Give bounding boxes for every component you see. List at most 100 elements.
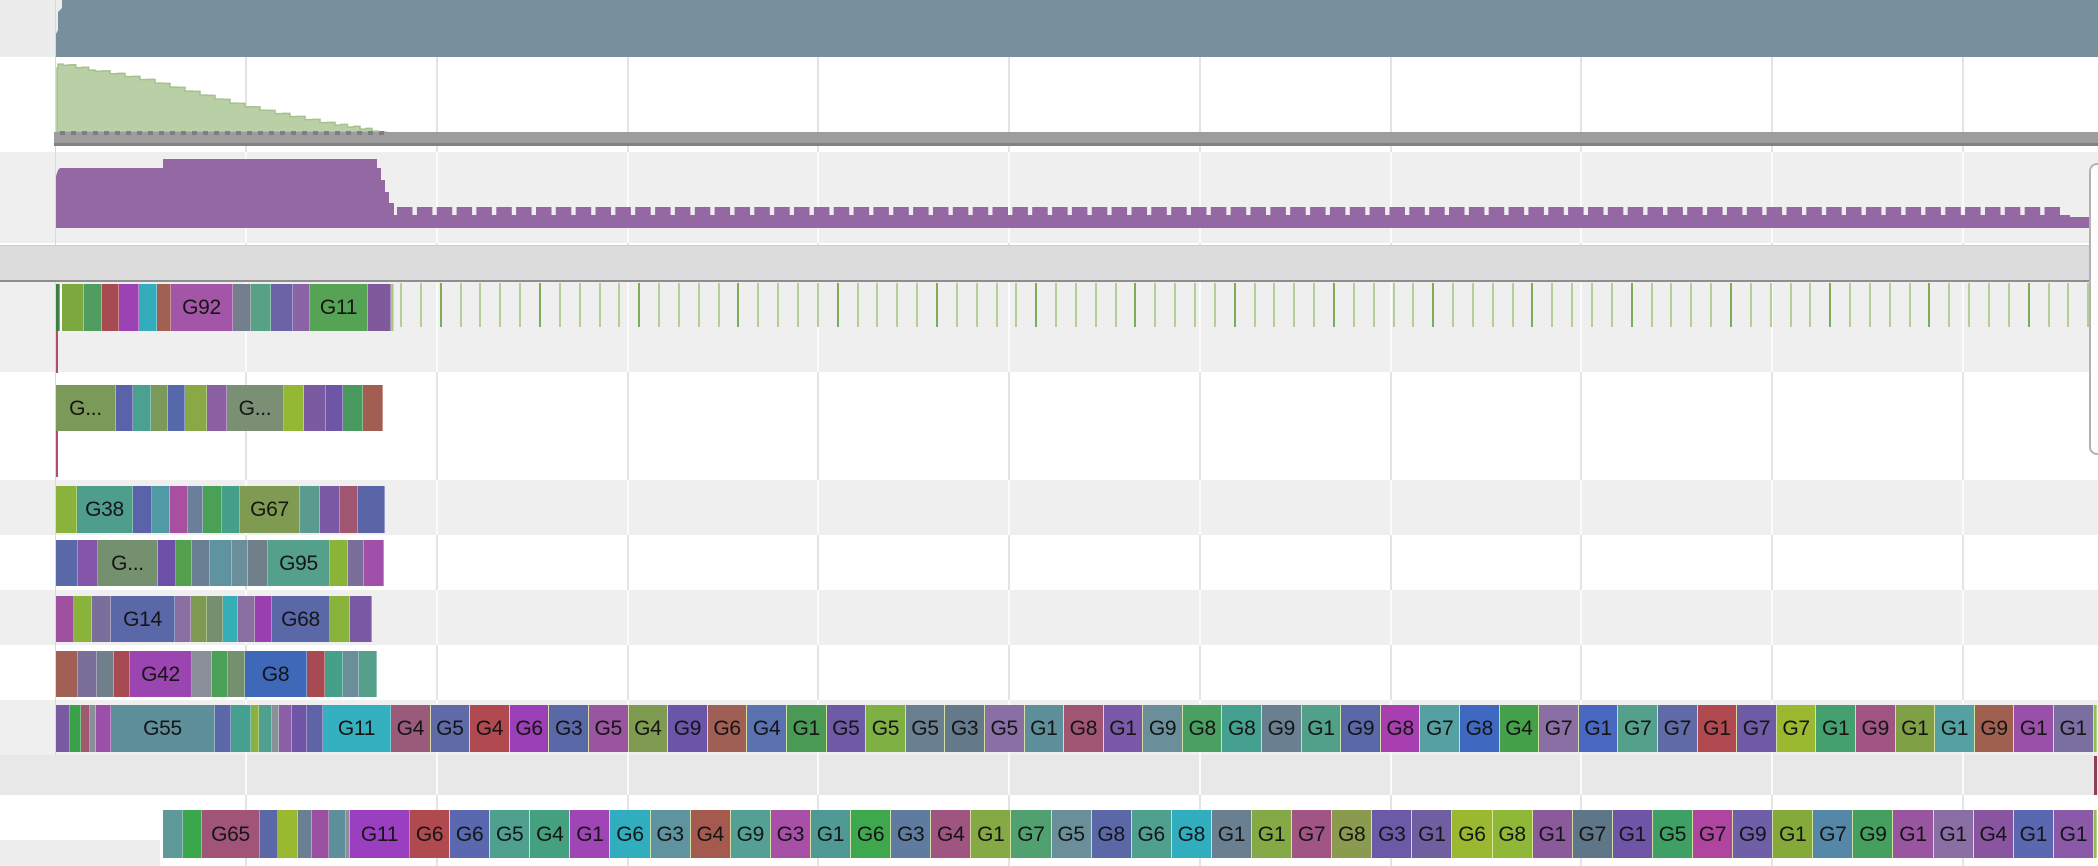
event-tick[interactable] — [1095, 283, 1097, 327]
event-tick[interactable] — [1849, 283, 1851, 327]
thread-activity-histogram[interactable] — [56, 159, 2098, 228]
slice-segment[interactable] — [158, 540, 176, 586]
slice-segment[interactable] — [56, 540, 78, 586]
slice-segment[interactable] — [212, 651, 228, 697]
slice-segment[interactable]: G11 — [350, 810, 410, 858]
event-tick[interactable] — [1075, 283, 1077, 327]
event-tick[interactable] — [718, 283, 720, 327]
slice-segment[interactable] — [97, 651, 114, 697]
event-tick[interactable] — [916, 283, 918, 327]
slice-segment[interactable] — [84, 284, 102, 331]
slice-segment[interactable]: G9 — [1341, 705, 1381, 752]
slice-segment[interactable] — [207, 596, 223, 642]
slice-segment[interactable]: G68 — [272, 596, 330, 642]
slice-segment[interactable]: G1 — [1613, 810, 1653, 858]
slice-segment[interactable] — [215, 705, 231, 752]
slice-segment[interactable]: G5 — [589, 705, 629, 752]
slice-segment[interactable] — [139, 284, 157, 331]
event-tick[interactable] — [1730, 283, 1732, 327]
slice-segment[interactable]: G8 — [1183, 705, 1223, 752]
slice-segment[interactable] — [350, 596, 372, 642]
slice-segment[interactable] — [192, 651, 212, 697]
event-tick[interactable] — [1670, 283, 1672, 327]
slice-segment[interactable] — [251, 705, 259, 752]
event-tick[interactable] — [658, 283, 660, 327]
event-tick[interactable] — [1909, 283, 1911, 327]
slice-segment[interactable]: G7 — [1658, 705, 1698, 752]
event-tick[interactable] — [956, 283, 958, 327]
slice-segment[interactable]: G1 — [2014, 705, 2054, 752]
slice-segment[interactable]: G14 — [111, 596, 175, 642]
event-tick[interactable] — [2067, 283, 2069, 327]
slice-segment[interactable]: G3 — [891, 810, 931, 858]
slice-segment[interactable]: G1 — [787, 705, 827, 752]
slice-segment[interactable]: G8 — [1222, 705, 1262, 752]
event-tick[interactable] — [1611, 283, 1613, 327]
slice-segment[interactable] — [231, 705, 251, 752]
slice-segment[interactable] — [259, 705, 272, 752]
event-tick[interactable] — [1750, 283, 1752, 327]
slice-segment[interactable] — [188, 486, 203, 533]
slice-segment[interactable]: G3 — [771, 810, 811, 858]
slice-segment[interactable]: G7 — [1011, 810, 1051, 858]
event-tick[interactable] — [1154, 283, 1156, 327]
slice-segment[interactable]: G1 — [811, 810, 851, 858]
slice-segment[interactable] — [279, 705, 292, 752]
event-tick[interactable] — [757, 283, 759, 327]
event-tick[interactable] — [1432, 283, 1434, 327]
event-tick[interactable] — [1551, 283, 1553, 327]
event-tick[interactable] — [1273, 283, 1275, 327]
slice-segment[interactable] — [78, 540, 98, 586]
slice-segment[interactable] — [102, 284, 119, 331]
slice-segment[interactable]: G8 — [245, 651, 307, 697]
slice-segment[interactable]: G6 — [708, 705, 748, 752]
slice-segment[interactable] — [232, 540, 248, 586]
event-tick[interactable] — [1313, 283, 1315, 327]
event-tick[interactable] — [1492, 283, 1494, 327]
memory-overview-area[interactable] — [57, 64, 386, 133]
event-tick[interactable] — [1809, 283, 1811, 327]
event-tick[interactable] — [1512, 283, 1514, 327]
slice-segment[interactable] — [307, 705, 323, 752]
event-tick[interactable] — [1353, 283, 1355, 327]
event-tick[interactable] — [1968, 283, 1970, 327]
slice-segment[interactable] — [2094, 810, 2097, 858]
event-tick[interactable] — [1631, 283, 1633, 327]
slice-segment[interactable]: G4 — [691, 810, 731, 858]
event-tick[interactable] — [797, 283, 799, 327]
event-tick[interactable] — [1134, 283, 1136, 327]
slice-segment[interactable]: G4 — [629, 705, 669, 752]
slice-segment[interactable]: G8 — [1493, 810, 1533, 858]
event-tick[interactable] — [1393, 283, 1395, 327]
event-tick[interactable] — [1412, 283, 1414, 327]
slice-segment[interactable] — [325, 651, 343, 697]
slice-segment[interactable]: G9 — [1262, 705, 1302, 752]
slice-segment[interactable]: G7 — [1420, 705, 1460, 752]
slice-segment[interactable] — [272, 705, 279, 752]
slice-segment[interactable] — [278, 810, 298, 858]
slice-segment[interactable] — [340, 486, 358, 533]
event-tick[interactable] — [857, 283, 859, 327]
slice-segment[interactable] — [176, 540, 192, 586]
slice-segment[interactable] — [223, 596, 238, 642]
slice-segment[interactable] — [251, 284, 271, 331]
event-tick[interactable] — [1928, 283, 1930, 327]
slice-segment[interactable] — [330, 540, 348, 586]
slice-segment[interactable] — [298, 810, 312, 858]
slice-segment[interactable] — [175, 596, 191, 642]
slice-segment[interactable] — [56, 705, 70, 752]
event-tick[interactable] — [996, 283, 998, 327]
slice-segment[interactable]: G9 — [1733, 810, 1773, 858]
event-tick[interactable] — [1472, 283, 1474, 327]
event-tick[interactable] — [817, 283, 819, 327]
slice-segment[interactable] — [260, 810, 278, 858]
slice-segment[interactable]: G1 — [1104, 705, 1144, 752]
slice-segment[interactable]: G3 — [1372, 810, 1412, 858]
slice-segment[interactable] — [292, 705, 307, 752]
slice-segment[interactable] — [326, 385, 343, 431]
slice-segment[interactable]: G1 — [2014, 810, 2054, 858]
event-tick[interactable] — [1214, 283, 1216, 327]
event-tick[interactable] — [1015, 283, 1017, 327]
event-tick[interactable] — [460, 283, 462, 327]
slice-segment[interactable] — [119, 284, 139, 331]
